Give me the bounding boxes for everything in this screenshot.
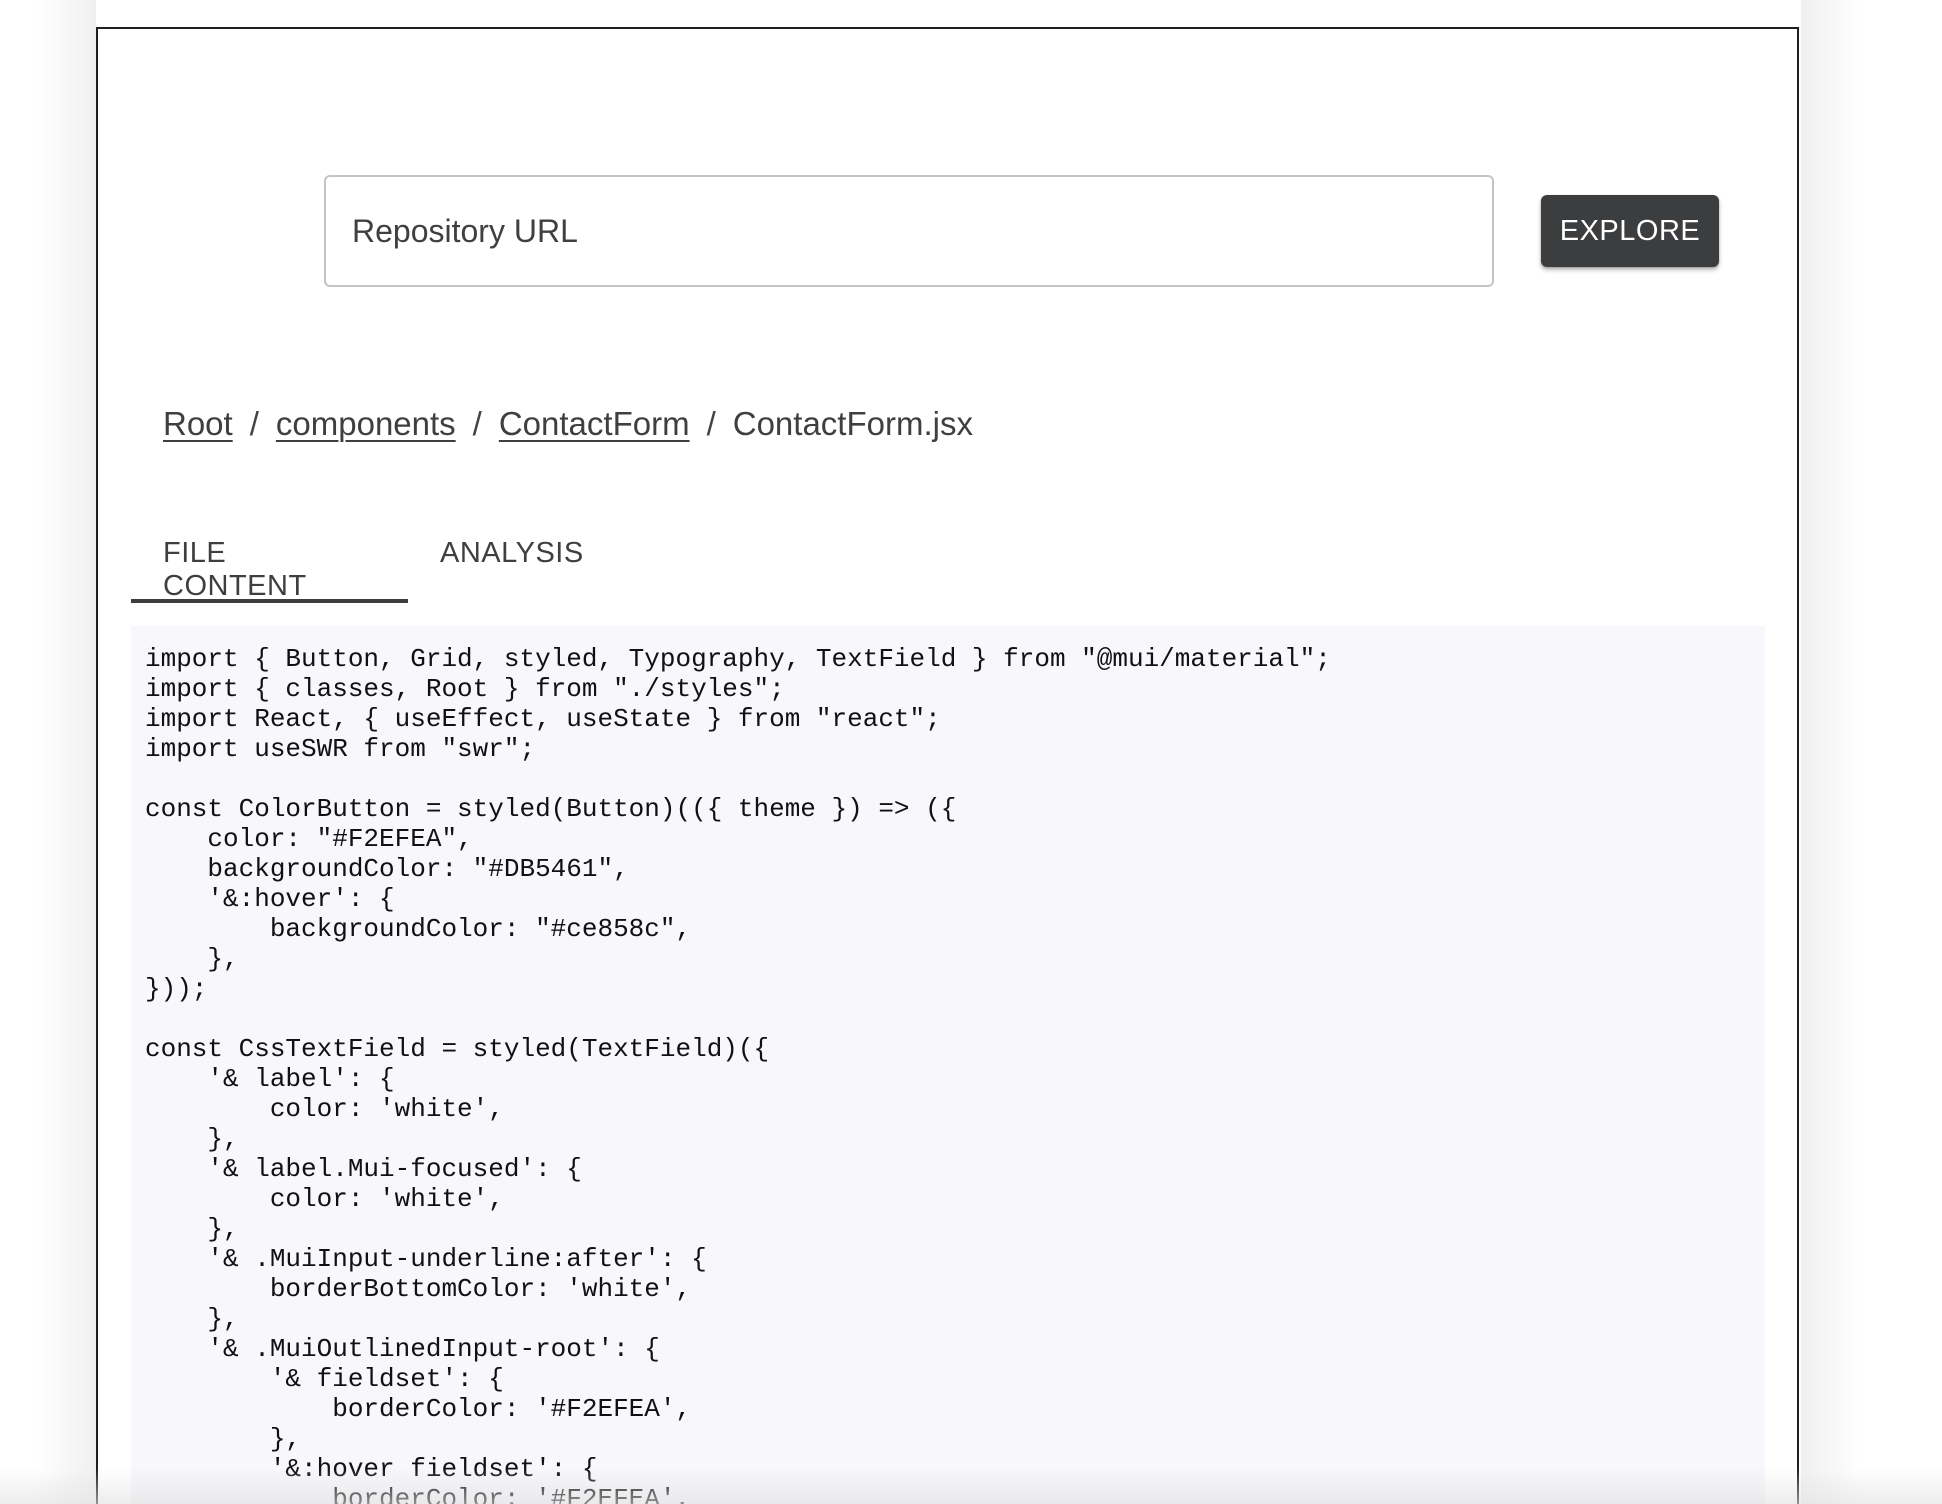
breadcrumb-separator: / <box>472 405 482 442</box>
repository-url-field[interactable] <box>324 175 1494 287</box>
breadcrumb: Root / components / ContactForm / Contac… <box>163 405 973 443</box>
code-block: import { Button, Grid, styled, Typograph… <box>145 644 1331 1504</box>
breadcrumb-current-file: ContactForm.jsx <box>732 405 973 442</box>
app-frame: EXPLORE Root / components / ContactForm … <box>96 27 1799 1504</box>
tab-bar: FILE CONTENT ANALYSIS <box>131 507 616 603</box>
breadcrumb-link-components[interactable]: components <box>276 405 456 443</box>
explore-button[interactable]: EXPLORE <box>1541 195 1719 267</box>
breadcrumb-separator: / <box>706 405 716 442</box>
breadcrumb-link-contactform[interactable]: ContactForm <box>499 405 690 443</box>
page: EXPLORE Root / components / ContactForm … <box>0 0 1942 1504</box>
tab-analysis[interactable]: ANALYSIS <box>408 507 616 603</box>
repository-url-input[interactable] <box>326 177 1492 285</box>
right-shadow <box>1801 0 1861 1504</box>
breadcrumb-link-root[interactable]: Root <box>163 405 233 443</box>
file-content-panel[interactable]: import { Button, Grid, styled, Typograph… <box>131 626 1765 1504</box>
tab-file-content-label: FILE CONTENT <box>163 537 307 602</box>
breadcrumb-separator: / <box>249 405 259 442</box>
tab-analysis-label: ANALYSIS <box>440 537 584 569</box>
tab-file-content[interactable]: FILE CONTENT <box>131 507 408 603</box>
left-shadow <box>36 0 96 1504</box>
url-row: EXPLORE <box>98 29 1797 329</box>
